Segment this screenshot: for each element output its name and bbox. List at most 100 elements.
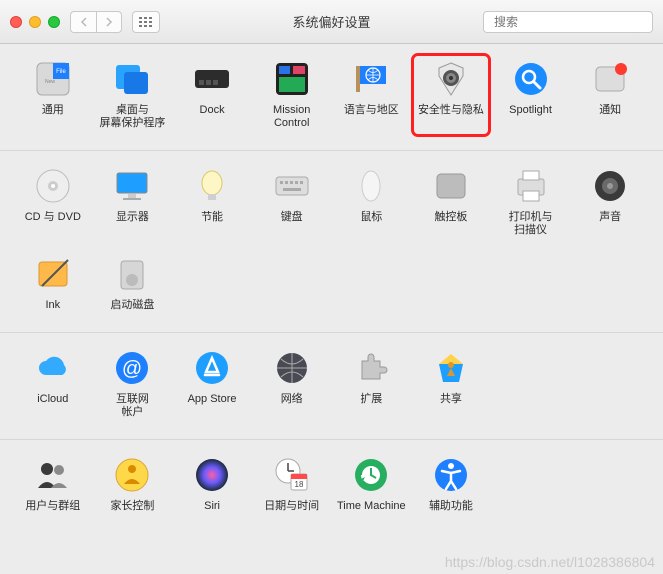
svg-text:File: File	[56, 69, 66, 75]
pref-sound[interactable]: 声音	[571, 161, 649, 243]
pref-label: 声音	[599, 211, 621, 224]
search-field[interactable]	[483, 11, 653, 33]
pref-label: Time Machine	[337, 500, 406, 513]
network-icon	[271, 347, 313, 389]
dock-icon	[191, 58, 233, 100]
internet-accounts-icon: @	[111, 347, 153, 389]
pref-extensions[interactable]: 扩展	[333, 343, 411, 425]
section-personal: FileNew 通用 桌面与 屏幕保护程序 Dock Mission Contr…	[0, 44, 663, 151]
pref-label: 打印机与 扫描仪	[509, 211, 553, 237]
pref-parental-controls[interactable]: 家长控制	[94, 450, 172, 519]
mission-control-icon	[271, 58, 313, 100]
mouse-icon	[350, 165, 392, 207]
section-hardware: CD 与 DVD 显示器 节能 键盘 鼠标 触控板 打印机与 扫描仪 声音 In…	[0, 151, 663, 333]
pref-label: 用户与群组	[25, 500, 80, 513]
pref-time-machine[interactable]: Time Machine	[333, 450, 411, 519]
pref-general[interactable]: FileNew 通用	[14, 54, 92, 136]
pref-label: CD 与 DVD	[25, 211, 81, 224]
pref-label: App Store	[188, 393, 237, 406]
pref-siri[interactable]: Siri	[173, 450, 251, 519]
accessibility-icon	[430, 454, 472, 496]
window-controls	[10, 16, 60, 28]
spotlight-icon	[510, 58, 552, 100]
pref-label: 通知	[599, 104, 621, 117]
svg-text:@: @	[122, 358, 142, 380]
pref-mouse[interactable]: 鼠标	[333, 161, 411, 243]
pref-trackpad[interactable]: 触控板	[412, 161, 490, 243]
sound-icon	[589, 165, 631, 207]
search-input[interactable]	[494, 15, 649, 29]
general-icon: FileNew	[32, 58, 74, 100]
printer-icon	[510, 165, 552, 207]
close-icon[interactable]	[10, 16, 22, 28]
pref-icloud[interactable]: iCloud	[14, 343, 92, 425]
pref-date-time[interactable]: 18 日期与时间	[253, 450, 331, 519]
pref-mission-control[interactable]: Mission Control	[253, 54, 331, 136]
pref-label: Mission Control	[273, 104, 310, 130]
pref-label: 显示器	[116, 211, 149, 224]
watermark: https://blog.csdn.net/l1028386804	[445, 554, 655, 570]
zoom-icon[interactable]	[48, 16, 60, 28]
pref-displays[interactable]: 显示器	[94, 161, 172, 243]
pref-language-region[interactable]: 语言与地区	[333, 54, 411, 136]
pref-label: Ink	[45, 299, 60, 312]
pref-label: 共享	[440, 393, 462, 406]
pref-accessibility[interactable]: 辅助功能	[412, 450, 490, 519]
cd-dvd-icon	[32, 165, 74, 207]
datetime-icon: 18	[271, 454, 313, 496]
back-button[interactable]	[70, 11, 96, 33]
titlebar: 系统偏好设置	[0, 0, 663, 44]
pref-label: 鼠标	[360, 211, 382, 224]
pref-label: iCloud	[37, 393, 68, 406]
pref-network[interactable]: 网络	[253, 343, 331, 425]
pref-app-store[interactable]: App Store	[173, 343, 251, 425]
pref-printers-scanners[interactable]: 打印机与 扫描仪	[492, 161, 570, 243]
pref-dock[interactable]: Dock	[173, 54, 251, 136]
pref-label: 通用	[42, 104, 64, 117]
siri-icon	[191, 454, 233, 496]
pref-spotlight[interactable]: Spotlight	[492, 54, 570, 136]
svg-text:18: 18	[294, 480, 303, 489]
pref-label: 语言与地区	[344, 104, 399, 117]
pref-startup-disk[interactable]: 启动磁盘	[94, 249, 172, 318]
show-all-button[interactable]	[132, 11, 160, 33]
pref-users-groups[interactable]: 用户与群组	[14, 450, 92, 519]
pref-label: Spotlight	[509, 104, 552, 117]
pref-keyboard[interactable]: 键盘	[253, 161, 331, 243]
pref-security-privacy[interactable]: 安全性与隐私	[412, 54, 490, 136]
pref-label: 节能	[201, 211, 223, 224]
users-icon	[32, 454, 74, 496]
section-system: 用户与群组 家长控制 Siri 18 日期与时间 Time Machine 辅助…	[0, 440, 663, 533]
app-store-icon	[191, 347, 233, 389]
svg-text:New: New	[45, 79, 55, 85]
minimize-icon[interactable]	[29, 16, 41, 28]
pref-label: 家长控制	[110, 500, 154, 513]
pref-label: 启动磁盘	[110, 299, 154, 312]
forward-button[interactable]	[96, 11, 122, 33]
notifications-icon	[589, 58, 631, 100]
icloud-icon	[32, 347, 74, 389]
pref-label: 互联网 帐户	[116, 393, 149, 419]
pref-ink[interactable]: Ink	[14, 249, 92, 318]
extensions-icon	[350, 347, 392, 389]
pref-desktop[interactable]: 桌面与 屏幕保护程序	[94, 54, 172, 136]
pref-internet-accounts[interactable]: @ 互联网 帐户	[94, 343, 172, 425]
pref-label: 安全性与隐私	[418, 104, 484, 117]
nav-buttons	[70, 11, 122, 33]
desktop-icon	[111, 58, 153, 100]
language-icon	[350, 58, 392, 100]
trackpad-icon	[430, 165, 472, 207]
pref-cd-dvd[interactable]: CD 与 DVD	[14, 161, 92, 243]
pref-notifications[interactable]: 通知	[571, 54, 649, 136]
energy-icon	[191, 165, 233, 207]
pref-label: 桌面与 屏幕保护程序	[99, 104, 165, 130]
security-icon	[430, 58, 472, 100]
pref-energy-saver[interactable]: 节能	[173, 161, 251, 243]
pref-sharing[interactable]: 共享	[412, 343, 490, 425]
startup-disk-icon	[111, 253, 153, 295]
section-internet: iCloud @ 互联网 帐户 App Store 网络 扩展 共享	[0, 333, 663, 440]
timemachine-icon	[350, 454, 392, 496]
sharing-icon	[430, 347, 472, 389]
pref-label: 辅助功能	[429, 500, 473, 513]
parental-icon	[111, 454, 153, 496]
